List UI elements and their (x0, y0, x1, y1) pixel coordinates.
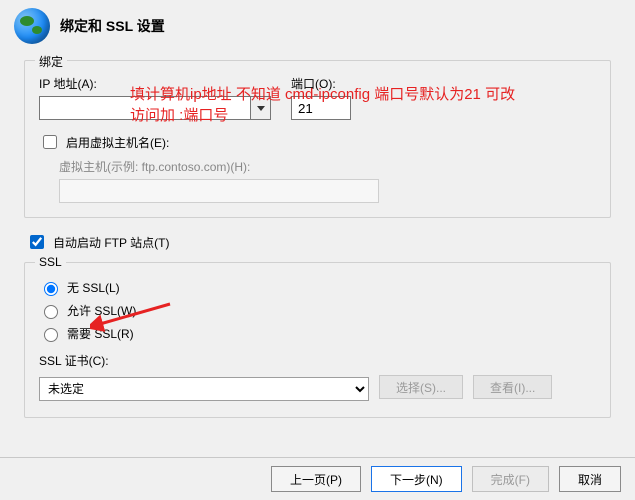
ip-address-input[interactable] (39, 96, 251, 120)
finish-button: 完成(F) (472, 466, 549, 492)
dialog-footer: 上一页(P) 下一步(N) 完成(F) 取消 (0, 457, 635, 500)
select-cert-button: 选择(S)... (379, 375, 463, 399)
globe-icon (14, 8, 50, 44)
dialog-title: 绑定和 SSL 设置 (60, 16, 165, 36)
ssl-legend: SSL (35, 255, 66, 269)
enable-virtual-host-checkbox[interactable] (43, 135, 57, 149)
binding-group: 绑定 IP 地址(A): 端口(O): 启用虚拟主机名(E): 虚拟主机(示例:… (24, 60, 611, 218)
chevron-down-icon (257, 106, 265, 111)
allow-ssl-label: 允许 SSL(W) (67, 302, 136, 319)
no-ssl-radio[interactable] (44, 282, 58, 296)
ip-address-label: IP 地址(A): (39, 75, 271, 92)
next-button[interactable]: 下一步(N) (371, 466, 462, 492)
binding-legend: 绑定 (35, 53, 67, 70)
dialog-header: 绑定和 SSL 设置 (0, 0, 635, 54)
port-label: 端口(O): (291, 75, 351, 92)
cancel-button[interactable]: 取消 (559, 466, 621, 492)
ssl-cert-select[interactable]: 未选定 (39, 377, 369, 401)
virtual-host-input (59, 179, 379, 203)
view-cert-button: 查看(I)... (473, 375, 552, 399)
allow-ssl-radio[interactable] (44, 305, 58, 319)
autostart-label: 自动启动 FTP 站点(T) (53, 234, 169, 251)
no-ssl-label: 无 SSL(L) (67, 279, 120, 296)
ssl-group: SSL 无 SSL(L) 允许 SSL(W) 需要 SSL(R) SSL 证书(… (24, 262, 611, 418)
virtual-host-label: 虚拟主机(示例: ftp.contoso.com)(H): (59, 158, 596, 175)
previous-button[interactable]: 上一页(P) (271, 466, 361, 492)
port-input[interactable] (291, 96, 351, 120)
enable-virtual-host-label: 启用虚拟主机名(E): (66, 134, 169, 151)
ssl-cert-label: SSL 证书(C): (39, 352, 596, 369)
ip-address-dropdown-button[interactable] (251, 96, 271, 120)
require-ssl-label: 需要 SSL(R) (67, 325, 134, 342)
autostart-checkbox[interactable] (30, 235, 44, 249)
require-ssl-radio[interactable] (44, 328, 58, 342)
